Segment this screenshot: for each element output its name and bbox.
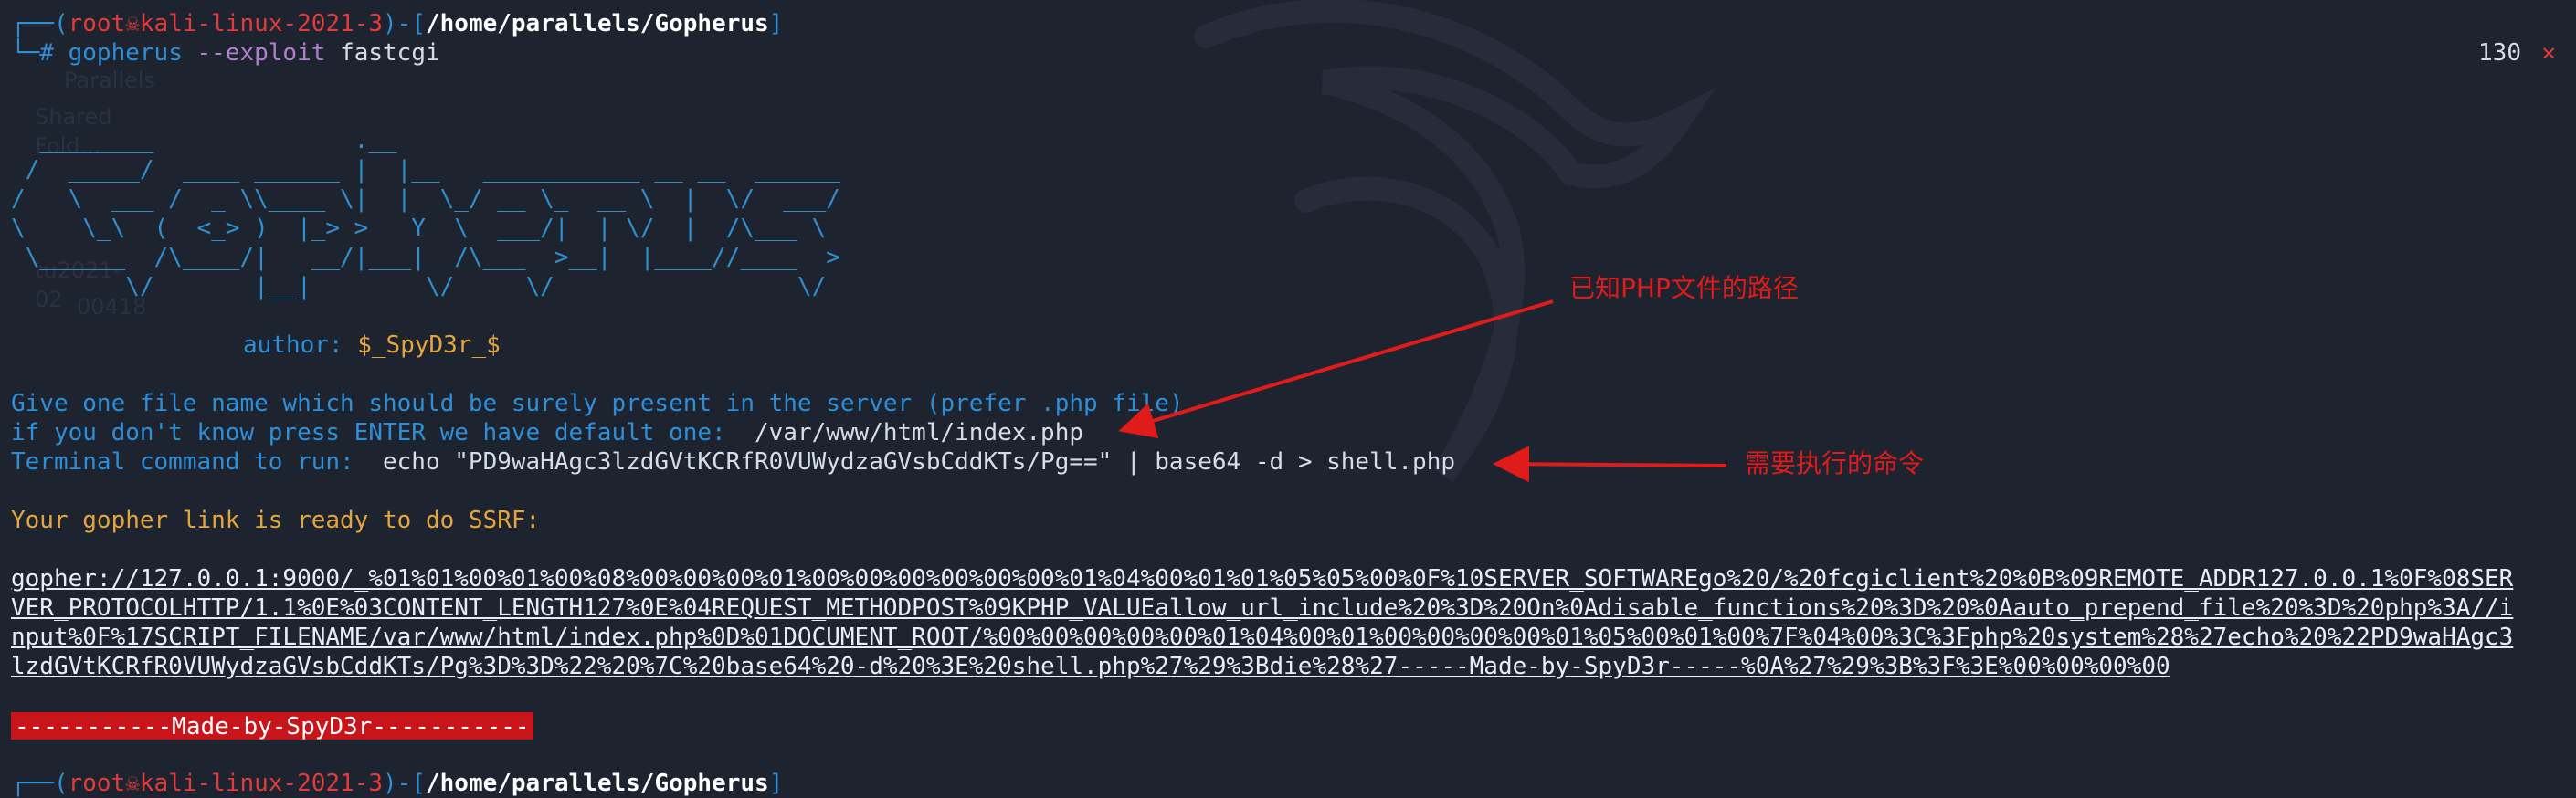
arrow-to-path [1118, 299, 1554, 438]
terminal-window[interactable]: Parallels Shared Fold... tu2021-02 00418… [0, 0, 2576, 797]
arrow-to-command [1493, 446, 1727, 483]
annotation-arrows [1118, 299, 1727, 483]
